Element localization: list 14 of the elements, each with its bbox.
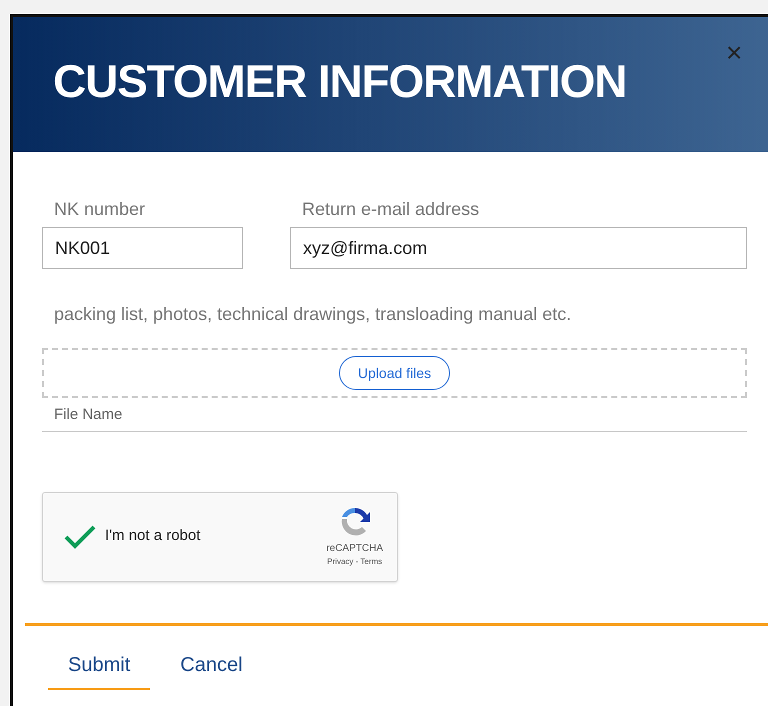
cancel-button[interactable]: Cancel: [160, 648, 263, 690]
field-label: NK number: [54, 198, 146, 221]
checkmark-icon[interactable]: [63, 522, 97, 550]
upload-hint: packing list, photos, technical drawings, transloading manual etc.: [54, 303, 572, 326]
captcha-label: I'm not a robot: [105, 526, 200, 546]
input-field[interactable]: NK001: [42, 227, 243, 269]
captcha-brand: reCAPTCHA: [326, 542, 383, 556]
dialog-title: CUSTOMER INFORMATION: [53, 54, 626, 109]
submit-button[interactable]: Submit: [48, 648, 150, 690]
upload-button[interactable]: Upload files: [338, 356, 450, 390]
field-label: Return e-mail address: [302, 198, 480, 221]
input-field[interactable]: xyz@firma.com: [290, 227, 747, 269]
captcha-links[interactable]: Privacy - Terms: [327, 556, 382, 568]
column-header: File Name: [42, 404, 747, 432]
